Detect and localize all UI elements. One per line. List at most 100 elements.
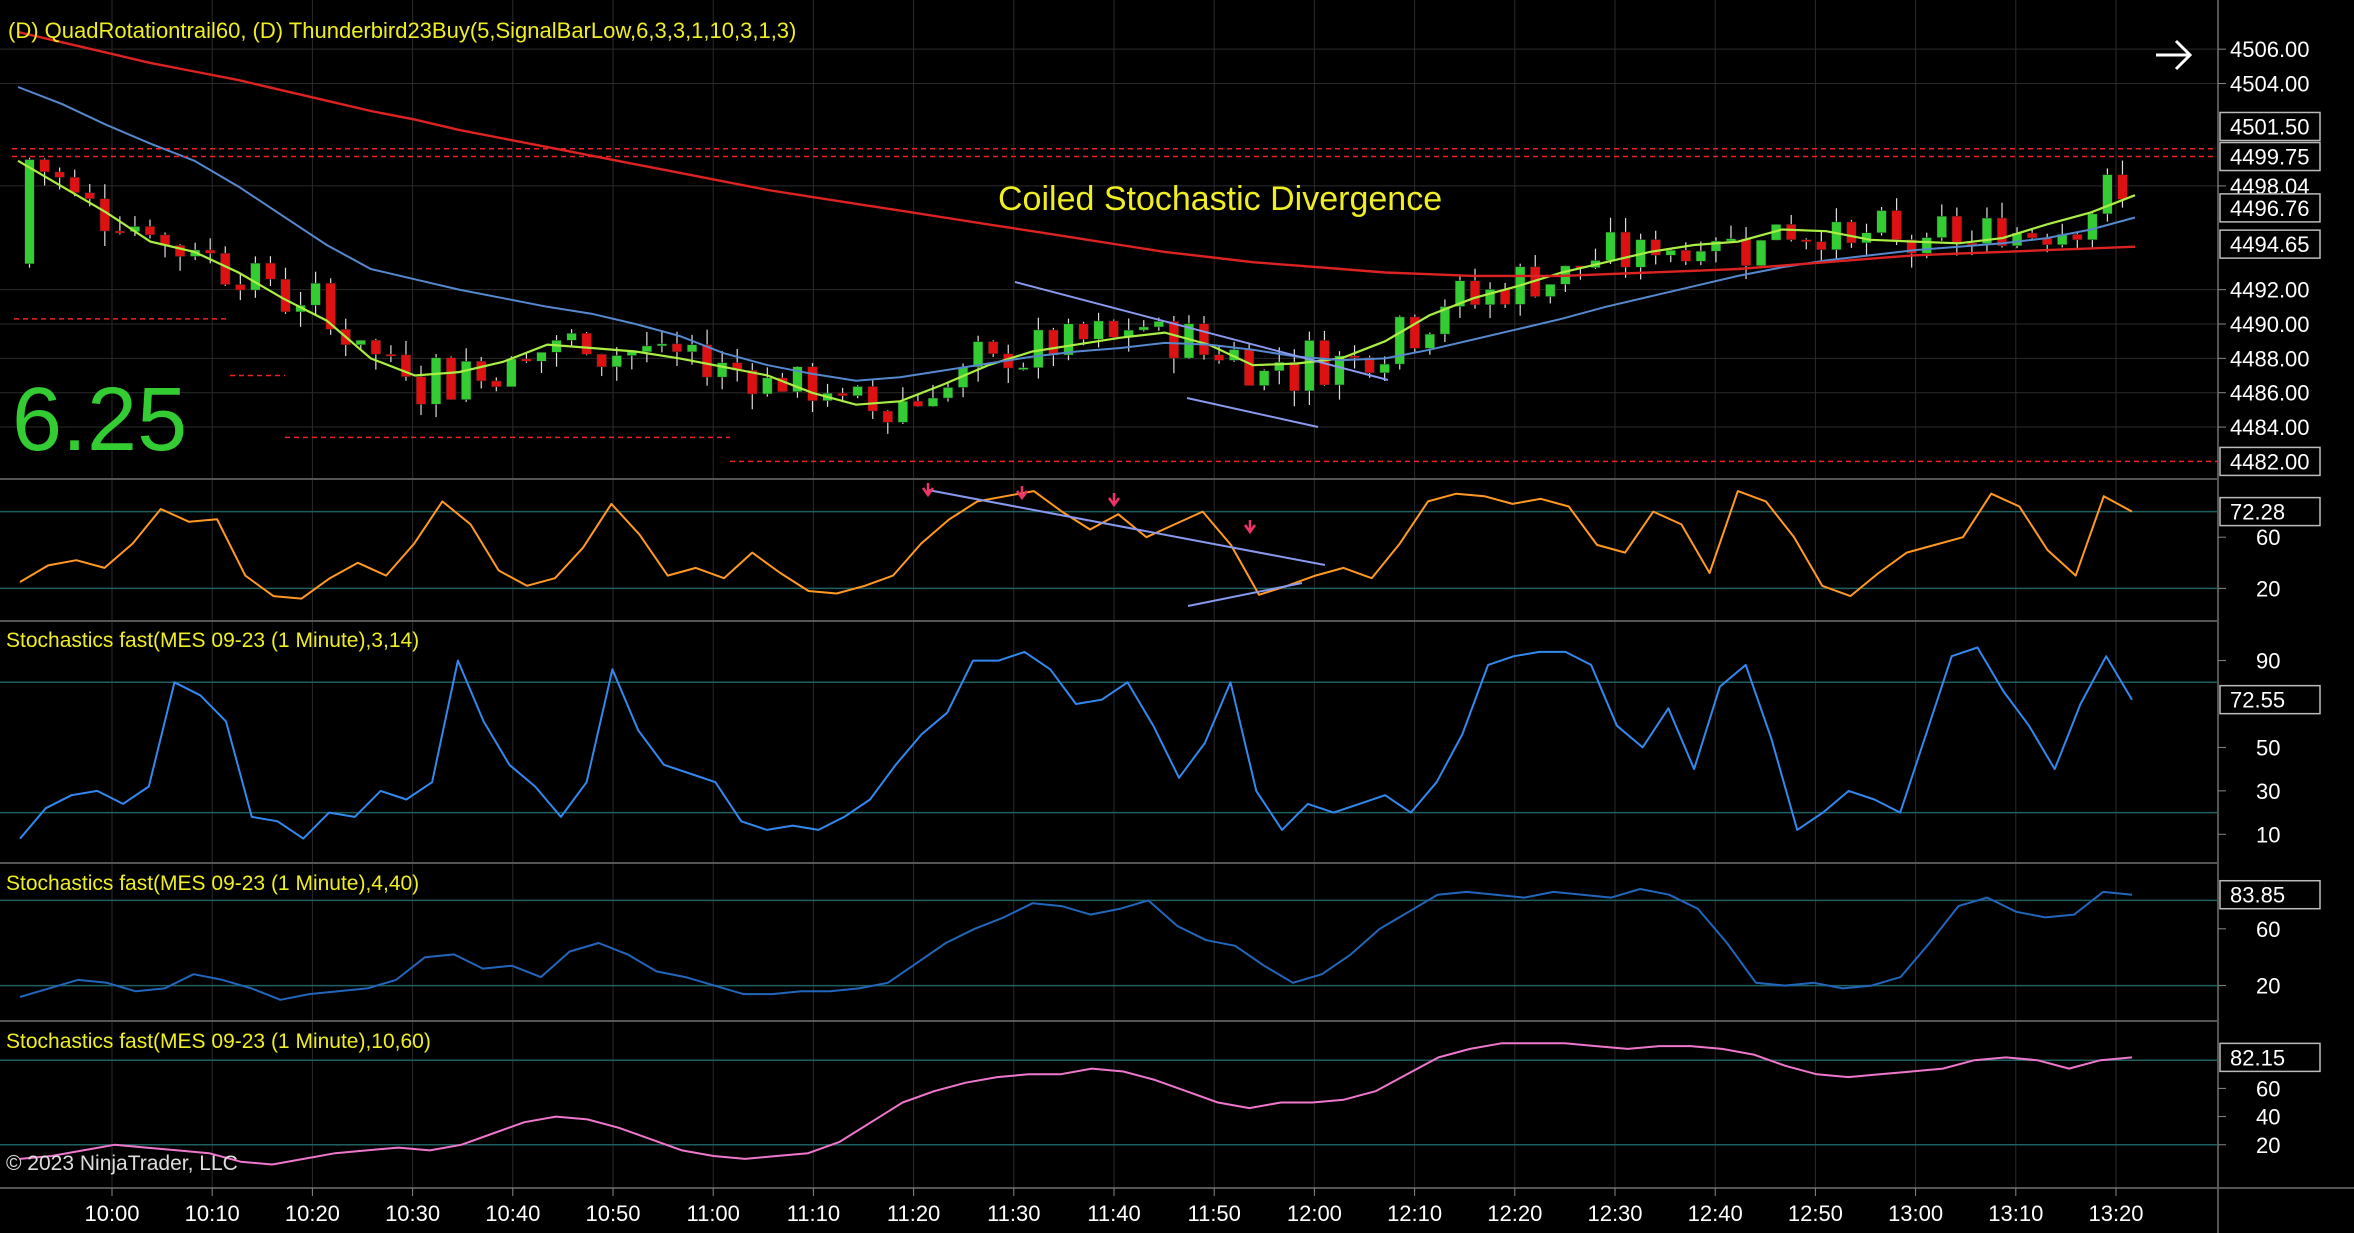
candle[interactable]: [1244, 349, 1255, 386]
trading-chart[interactable]: 4506.004504.004498.044492.004490.004488.…: [0, 0, 2354, 1233]
copyright-text: © 2023 NinjaTrader, LLC: [6, 1152, 238, 1175]
candle[interactable]: [596, 353, 607, 368]
candle[interactable]: [1756, 239, 1767, 266]
candle[interactable]: [54, 171, 65, 178]
candle[interactable]: [581, 333, 592, 355]
candle[interactable]: [973, 341, 984, 368]
candle[interactable]: [686, 344, 698, 353]
candle[interactable]: [807, 366, 818, 401]
time-tick-label: 12:10: [1387, 1201, 1442, 1226]
candle[interactable]: [1349, 355, 1360, 359]
candle[interactable]: [1304, 340, 1315, 392]
candle[interactable]: [506, 358, 517, 388]
candle[interactable]: [988, 341, 999, 355]
candle[interactable]: [1198, 323, 1210, 356]
candle[interactable]: [1786, 224, 1797, 240]
candle[interactable]: [536, 352, 547, 362]
candle[interactable]: [491, 380, 502, 388]
candle[interactable]: [1891, 210, 1902, 240]
candle[interactable]: [2027, 232, 2038, 239]
candle[interactable]: [656, 343, 667, 347]
stoch3-label: Stochastics fast(MES 09-23 (1 Minute),4,…: [6, 872, 419, 895]
candle[interactable]: [355, 339, 366, 345]
candle[interactable]: [84, 192, 95, 199]
candle[interactable]: [1816, 241, 1827, 250]
candle[interactable]: [1876, 210, 1887, 233]
candle[interactable]: [1665, 250, 1676, 256]
candle[interactable]: [1996, 217, 2008, 247]
candle[interactable]: [1138, 326, 1149, 331]
candle[interactable]: [1500, 289, 1511, 305]
candle[interactable]: [1680, 250, 1691, 262]
candle[interactable]: [942, 387, 954, 399]
candle[interactable]: [1168, 321, 1179, 359]
candle[interactable]: [1063, 323, 1074, 356]
candle[interactable]: [431, 357, 442, 405]
candle[interactable]: [1650, 239, 1661, 256]
candle[interactable]: [1289, 361, 1300, 392]
candle[interactable]: [1951, 215, 1962, 244]
candle[interactable]: [852, 386, 863, 396]
candle[interactable]: [370, 339, 381, 355]
candle[interactable]: [1695, 250, 1706, 262]
candle[interactable]: [867, 386, 878, 412]
candle[interactable]: [1153, 321, 1164, 328]
candle[interactable]: [476, 361, 487, 382]
candle[interactable]: [2072, 234, 2083, 241]
candle[interactable]: [39, 159, 50, 173]
candle[interactable]: [1108, 320, 1119, 338]
candle[interactable]: [1921, 237, 1932, 254]
candle[interactable]: [205, 249, 216, 254]
candle[interactable]: [1078, 323, 1089, 340]
candle[interactable]: [2087, 213, 2098, 241]
candle[interactable]: [702, 344, 713, 378]
candle[interactable]: [1801, 239, 1812, 242]
candle[interactable]: [415, 376, 427, 405]
candle[interactable]: [24, 159, 35, 265]
candle[interactable]: [566, 333, 577, 341]
candle[interactable]: [1469, 280, 1481, 305]
candle[interactable]: [1213, 354, 1225, 361]
stoch-tick-label: 60: [2256, 525, 2280, 550]
candle[interactable]: [235, 284, 246, 291]
candle[interactable]: [1545, 284, 1556, 297]
candle[interactable]: [1259, 370, 1270, 386]
candle[interactable]: [521, 358, 532, 362]
candle[interactable]: [717, 362, 728, 378]
candle[interactable]: [1620, 231, 1631, 268]
candle[interactable]: [912, 400, 923, 407]
candle[interactable]: [69, 177, 80, 193]
candle[interactable]: [114, 230, 125, 234]
candle[interactable]: [1831, 221, 1842, 250]
candle[interactable]: [250, 262, 261, 291]
candle[interactable]: [144, 226, 156, 236]
candle[interactable]: [897, 400, 908, 423]
candle[interactable]: [461, 361, 472, 400]
candle[interactable]: [927, 397, 939, 407]
candle[interactable]: [280, 278, 291, 313]
candle[interactable]: [1605, 231, 1616, 261]
candle[interactable]: [1018, 367, 1029, 370]
candle[interactable]: [1379, 363, 1390, 374]
candle[interactable]: [611, 355, 622, 368]
candle[interactable]: [641, 345, 652, 353]
candle[interactable]: [1936, 215, 1947, 238]
candle[interactable]: [882, 410, 893, 423]
time-tick-label: 10:10: [185, 1201, 240, 1226]
candle[interactable]: [1033, 329, 1044, 368]
candle[interactable]: [1846, 221, 1857, 244]
candle[interactable]: [671, 343, 683, 353]
candle[interactable]: [1093, 320, 1104, 340]
candle[interactable]: [385, 354, 396, 357]
candle[interactable]: [1740, 238, 1752, 266]
candle[interactable]: [1725, 238, 1737, 242]
time-tick-label: 11:40: [1087, 1201, 1140, 1226]
candle[interactable]: [310, 283, 321, 306]
candle[interactable]: [446, 357, 457, 400]
candle[interactable]: [762, 377, 773, 395]
candle[interactable]: [1048, 329, 1059, 356]
candle[interactable]: [837, 392, 848, 396]
candle[interactable]: [2117, 174, 2128, 200]
candle[interactable]: [265, 262, 276, 280]
candle[interactable]: [1424, 333, 1435, 349]
